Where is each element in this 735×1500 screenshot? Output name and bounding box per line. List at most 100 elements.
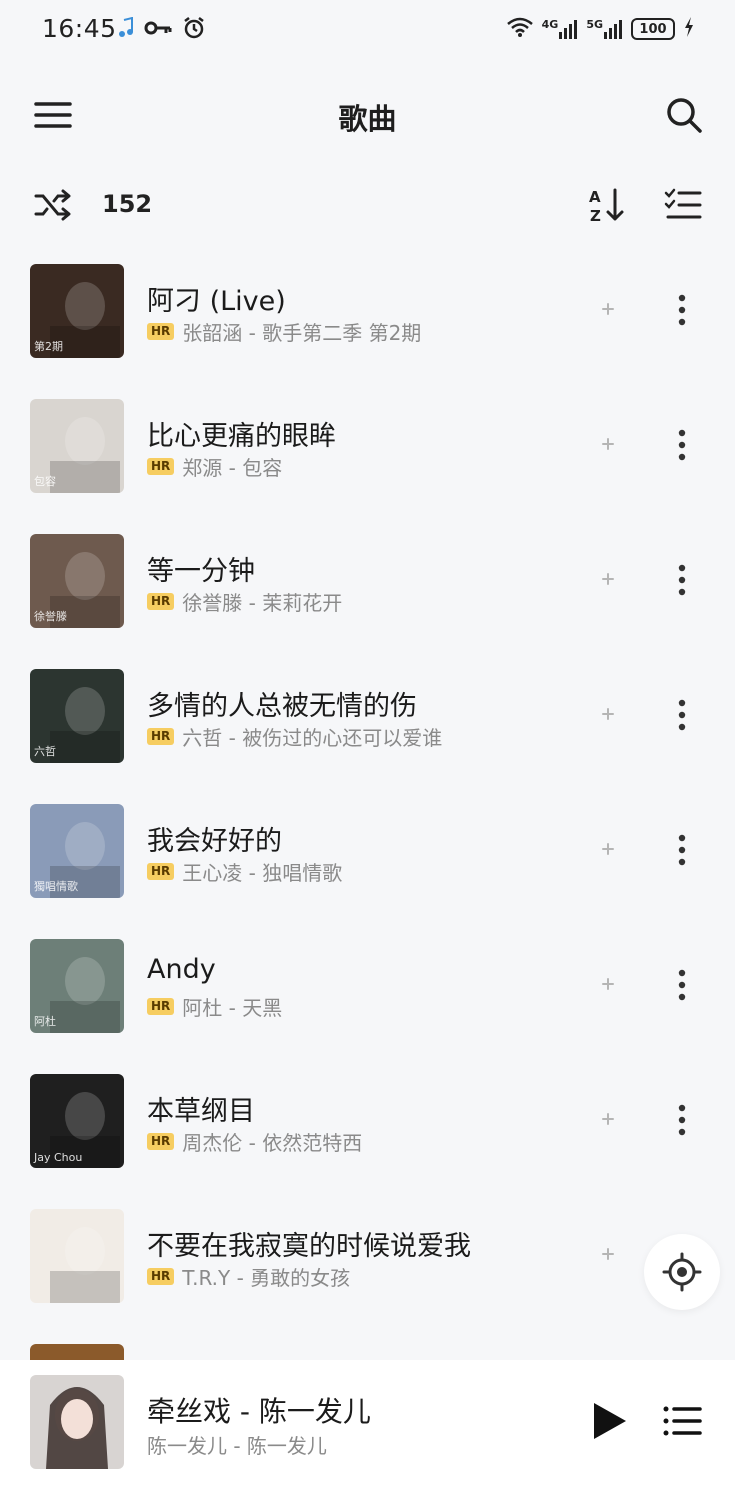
album-cover: 獨唱情歌 bbox=[30, 804, 124, 898]
signal-4g-icon: 4G bbox=[542, 18, 579, 40]
queue-list-icon bbox=[663, 1406, 702, 1436]
hr-quality-badge: HR bbox=[147, 728, 175, 745]
more-options-button[interactable] bbox=[670, 428, 694, 462]
add-to-playlist-button[interactable] bbox=[598, 1109, 618, 1129]
more-options-button[interactable] bbox=[670, 968, 694, 1002]
album-cover bbox=[30, 1344, 124, 1360]
more-options-button[interactable] bbox=[670, 1103, 694, 1137]
now-playing-artist: 陈一发儿 - 陈一发儿 bbox=[147, 1434, 327, 1458]
song-title: 不要在我寂寞的时候说爱我 bbox=[147, 1231, 471, 1262]
status-bar: 16:45 4G 5G 100 bbox=[0, 0, 735, 64]
wifi-icon bbox=[506, 16, 534, 42]
cover-text: 阿杜 bbox=[34, 1015, 56, 1028]
song-title: Andy bbox=[147, 954, 216, 985]
svg-text:A: A bbox=[589, 188, 601, 206]
sort-az-icon: AZ bbox=[589, 188, 624, 225]
album-cover: 阿杜 bbox=[30, 939, 124, 1033]
song-artist-album: 周杰伦 - 依然范特西 bbox=[182, 1131, 363, 1155]
more-options-button[interactable] bbox=[670, 293, 694, 327]
cover-text: 六哲 bbox=[34, 745, 56, 758]
add-to-playlist-button[interactable] bbox=[598, 704, 618, 724]
signal-5g-icon: 5G bbox=[586, 18, 623, 40]
vertical-dots-icon bbox=[678, 969, 686, 1001]
add-to-playlist-button[interactable] bbox=[598, 299, 618, 319]
album-cover: 包容 bbox=[30, 399, 124, 493]
song-item[interactable]: 包容 比心更痛的眼眸 HR 郑源 - 包容 bbox=[0, 378, 735, 513]
song-item[interactable]: 獨唱情歌 我会好好的 HR 王心凌 - 独唱情歌 bbox=[0, 783, 735, 918]
svg-text:Z: Z bbox=[590, 207, 601, 225]
now-playing-cover[interactable] bbox=[30, 1375, 124, 1469]
play-queue-button[interactable] bbox=[662, 1404, 702, 1438]
target-icon bbox=[662, 1252, 702, 1292]
hr-quality-badge: HR bbox=[147, 593, 175, 610]
plus-icon bbox=[602, 1113, 614, 1125]
add-to-playlist-button[interactable] bbox=[598, 1244, 618, 1264]
play-button[interactable] bbox=[588, 1400, 630, 1442]
play-icon bbox=[594, 1403, 626, 1439]
song-count: 152 bbox=[102, 190, 153, 218]
song-artist-album: 六哲 - 被伤过的心还可以爱谁 bbox=[182, 726, 443, 750]
plus-icon bbox=[602, 708, 614, 720]
plus-icon bbox=[602, 438, 614, 450]
now-playing-title: 牵丝戏 - 陈一发儿 bbox=[147, 1395, 371, 1428]
song-item[interactable]: Jay Chou 本草纲目 HR 周杰伦 - 依然范特西 bbox=[0, 1053, 735, 1188]
vertical-dots-icon bbox=[678, 564, 686, 596]
hr-quality-badge: HR bbox=[147, 323, 175, 340]
song-item[interactable]: 六哲 多情的人总被无情的伤 HR 六哲 - 被伤过的心还可以爱谁 bbox=[0, 648, 735, 783]
plus-icon bbox=[602, 1248, 614, 1260]
battery-indicator: 100 bbox=[631, 18, 675, 40]
more-options-button[interactable] bbox=[670, 833, 694, 867]
cover-text: 第2期 bbox=[34, 340, 63, 353]
shuffle-button[interactable] bbox=[34, 188, 72, 222]
song-item[interactable]: 徐誉滕 等一分钟 HR 徐誉滕 - 茉莉花开 bbox=[0, 513, 735, 648]
locate-current-button[interactable] bbox=[644, 1234, 720, 1310]
search-button[interactable] bbox=[663, 94, 705, 136]
vertical-dots-icon bbox=[678, 699, 686, 731]
add-to-playlist-button[interactable] bbox=[598, 569, 618, 589]
page-title: 歌曲 bbox=[338, 102, 397, 136]
cover-text: 徐誉滕 bbox=[34, 610, 67, 623]
app-header: 歌曲 bbox=[0, 80, 735, 150]
plus-icon bbox=[602, 978, 614, 990]
song-title: 本草纲目 bbox=[147, 1096, 255, 1127]
song-title: 我会好好的 bbox=[147, 826, 282, 857]
song-artist-album: 郑源 - 包容 bbox=[182, 456, 283, 480]
album-cover: 第2期 bbox=[30, 264, 124, 358]
album-cover-image bbox=[30, 1375, 124, 1469]
hr-quality-badge: HR bbox=[147, 1268, 175, 1285]
song-title: 等一分钟 bbox=[147, 556, 255, 587]
song-item[interactable]: 阿杜 Andy HR 阿杜 - 天黑 bbox=[0, 918, 735, 1053]
hr-quality-badge: HR bbox=[147, 998, 175, 1015]
add-to-playlist-button[interactable] bbox=[598, 434, 618, 454]
more-options-button[interactable] bbox=[670, 698, 694, 732]
add-to-playlist-button[interactable] bbox=[598, 839, 618, 859]
key-icon bbox=[144, 17, 172, 43]
status-time: 16:45 bbox=[42, 14, 117, 43]
alarm-icon bbox=[182, 16, 206, 44]
charging-icon bbox=[683, 16, 695, 42]
list-toolbar: 152 AZ bbox=[0, 180, 735, 230]
vertical-dots-icon bbox=[678, 294, 686, 326]
music-note-icon bbox=[118, 16, 134, 43]
now-playing-bar[interactable]: 牵丝戏 - 陈一发儿 陈一发儿 - 陈一发儿 bbox=[0, 1360, 735, 1500]
add-to-playlist-button[interactable] bbox=[598, 974, 618, 994]
plus-icon bbox=[602, 843, 614, 855]
plus-icon bbox=[602, 573, 614, 585]
song-title: 多情的人总被无情的伤 bbox=[147, 691, 417, 722]
vertical-dots-icon bbox=[678, 1104, 686, 1136]
song-artist-album: 王心凌 - 独唱情歌 bbox=[182, 861, 343, 885]
vertical-dots-icon bbox=[678, 834, 686, 866]
album-cover bbox=[30, 1209, 124, 1303]
song-title: 阿刁 (Live) bbox=[147, 286, 286, 317]
song-item[interactable]: 不要在我寂寞的时候说爱我 HR T.R.Y - 勇敢的女孩 bbox=[0, 1188, 735, 1323]
album-cover: 六哲 bbox=[30, 669, 124, 763]
sort-button[interactable]: AZ bbox=[587, 185, 627, 225]
cover-text: 獨唱情歌 bbox=[34, 880, 78, 893]
multi-select-button[interactable] bbox=[664, 187, 702, 223]
song-artist-album: 徐誉滕 - 茉莉花开 bbox=[182, 591, 343, 615]
checklist-icon bbox=[664, 188, 702, 219]
more-options-button[interactable] bbox=[670, 563, 694, 597]
song-item[interactable]: 第2期 阿刁 (Live) HR 张韶涵 - 歌手第二季 第2期 bbox=[0, 243, 735, 378]
vertical-dots-icon bbox=[678, 429, 686, 461]
album-cover: 徐誉滕 bbox=[30, 534, 124, 628]
